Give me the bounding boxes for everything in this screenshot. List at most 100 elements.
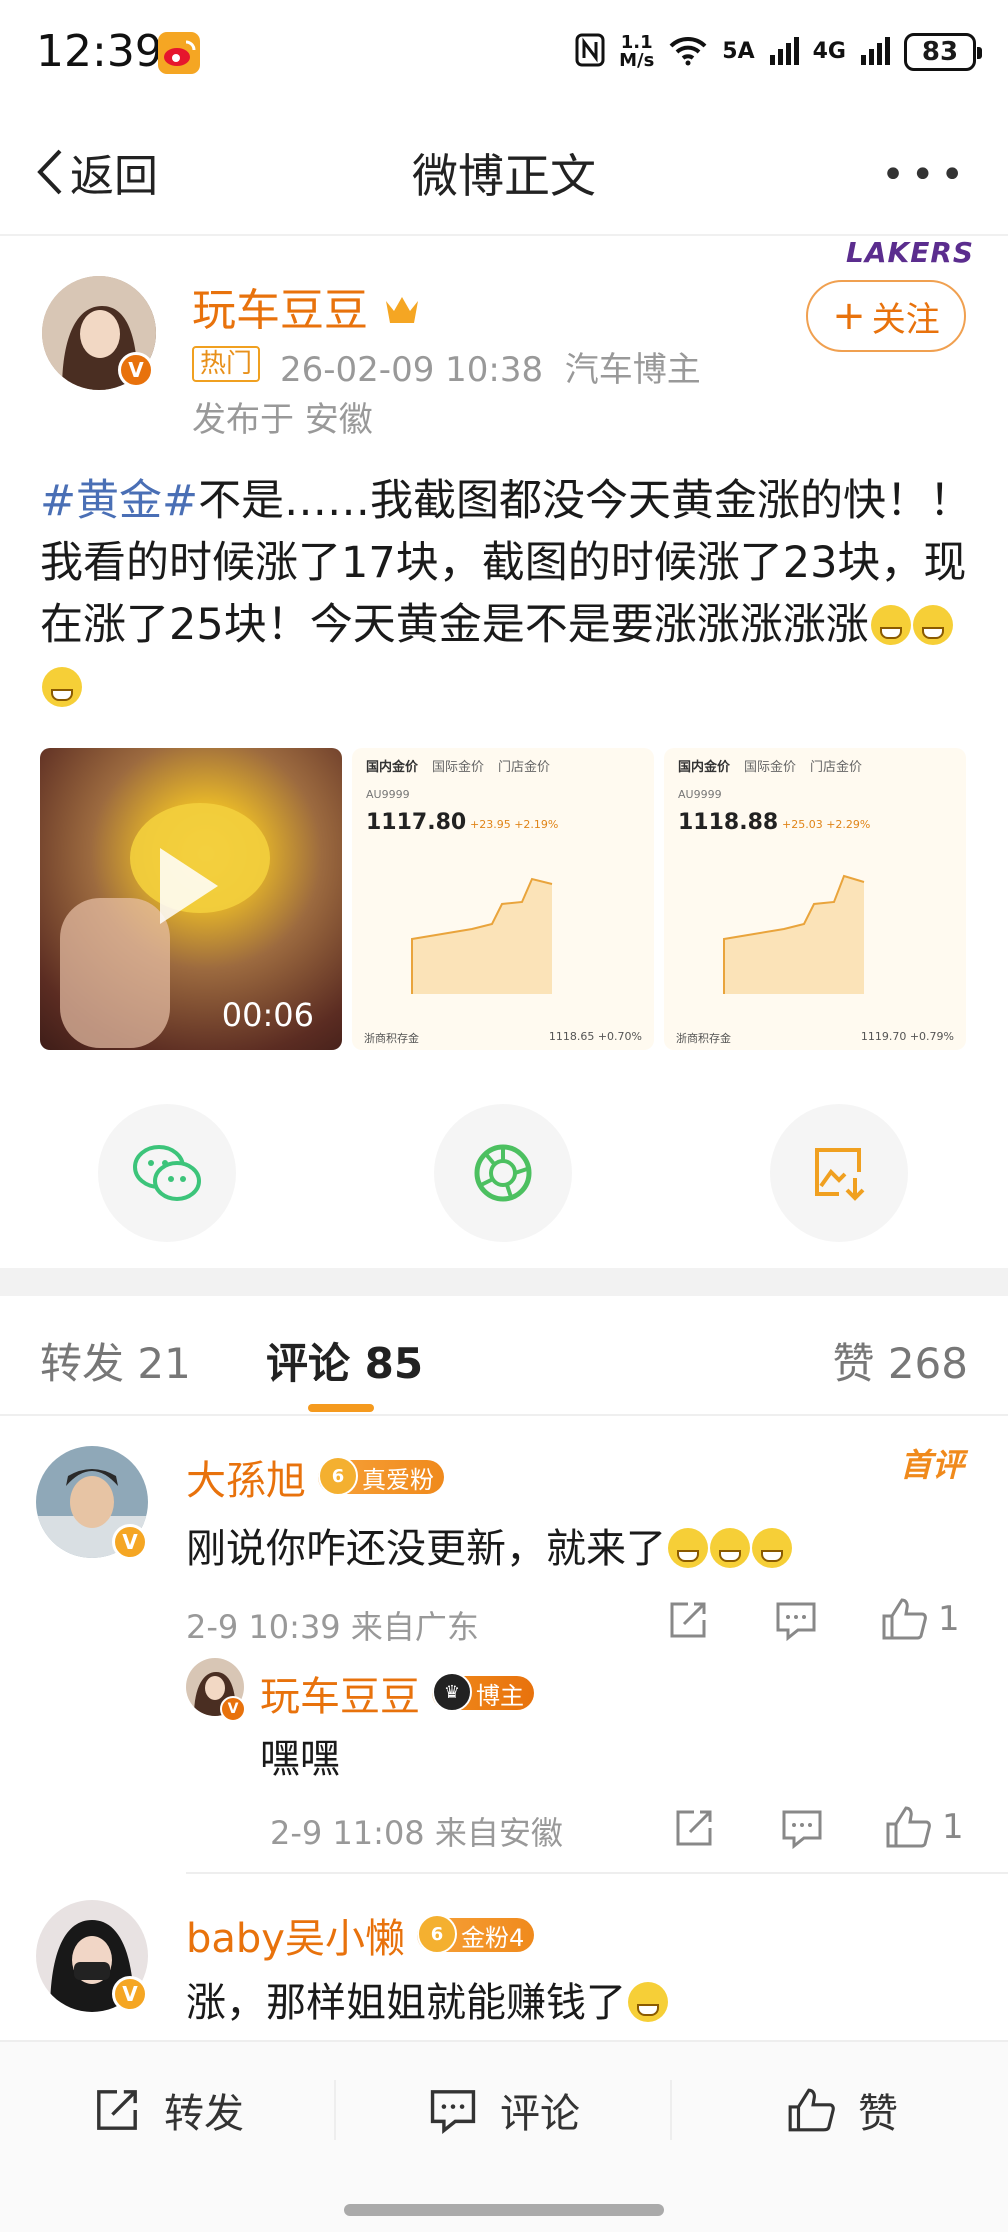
nfc-icon bbox=[575, 33, 605, 71]
tab-repost[interactable]: 转发 21 bbox=[40, 1330, 191, 1391]
post-location: 发布于 安徽 bbox=[192, 400, 373, 440]
post-text: #黄金#不是……我截图都没今天黄金涨的快！！我看的时候涨了17块，截图的时候涨了… bbox=[40, 470, 980, 718]
reply-text: 嘿嘿 bbox=[260, 1736, 340, 1782]
shot-price: 1118.88 bbox=[678, 810, 779, 835]
fan-badge: 6 真爱粉 bbox=[318, 1456, 444, 1496]
comment-reply-button[interactable] bbox=[774, 1598, 818, 1642]
shot-tab: 国际金价 bbox=[432, 760, 485, 775]
shot-footer: 浙商积存金 1119.70 +0.79% bbox=[676, 1030, 954, 1046]
hashtag-link[interactable]: #黄金# bbox=[40, 476, 198, 526]
fan-badge-label: 真爱粉 bbox=[362, 1465, 434, 1494]
gold-price-screenshot-1[interactable]: 国内金价 国际金价 门店金价 AU9999 1117.80 +23.95 +2.19… bbox=[352, 748, 654, 1050]
screen: 12:39 1.1 M/s 5A 4G 83 返回 微博正文 ••• V 玩车豆… bbox=[0, 0, 1008, 2232]
follow-button[interactable]: + 关注 bbox=[806, 280, 966, 352]
verified-badge-icon: V bbox=[118, 352, 154, 388]
like-count: 1 bbox=[938, 1599, 960, 1639]
comment-like-button[interactable]: 1 bbox=[880, 1596, 960, 1642]
status-time: 12:39 bbox=[36, 26, 163, 77]
tab-divider bbox=[0, 1414, 1008, 1416]
shot-footer-left: 浙商积存金 bbox=[676, 1032, 731, 1045]
like-count: 1 bbox=[942, 1807, 964, 1847]
home-indicator[interactable] bbox=[344, 2204, 664, 2216]
battery-indicator: 83 bbox=[904, 33, 982, 71]
signal-5a-label: 5A bbox=[722, 39, 755, 64]
comment-header: baby吴小懒 6 金粉4 bbox=[186, 1906, 535, 1964]
shot-code: AU9999 bbox=[678, 788, 722, 801]
share-moments-button[interactable] bbox=[434, 1104, 572, 1242]
comment-meta: 2-9 10:39 来自广东 bbox=[186, 1608, 479, 1646]
author-name[interactable]: 玩车豆豆 bbox=[192, 274, 422, 338]
bottom-divider-v bbox=[670, 2080, 672, 2140]
comment-text: 刚说你咋还没更新，就来了 bbox=[186, 1516, 792, 1574]
lakers-logo: LAKERS bbox=[846, 236, 975, 269]
play-icon[interactable] bbox=[160, 848, 218, 924]
first-comment-badge: 首评 bbox=[899, 1446, 964, 1484]
thumbs-up-icon bbox=[882, 1598, 927, 1640]
shot-tab: 国际金价 bbox=[744, 760, 797, 775]
post-meta: 26-02-09 10:38 汽车博主 bbox=[280, 350, 701, 390]
save-image-icon bbox=[815, 1148, 865, 1201]
author-badge-label: 博主 bbox=[476, 1681, 524, 1710]
shot-tabs: 国内金价 国际金价 门店金价 bbox=[678, 756, 862, 775]
crown-icon: ♛ bbox=[432, 1672, 472, 1712]
video-thumbnail[interactable]: 00:06 bbox=[40, 748, 342, 1050]
commenter-name[interactable]: baby吴小懒 bbox=[186, 1906, 405, 1964]
gold-price-screenshot-2[interactable]: 国内金价 国际金价 门店金价 AU9999 1118.88 +25.03 +2.29… bbox=[664, 748, 966, 1050]
shot-chart bbox=[411, 877, 553, 994]
comment-share-button[interactable] bbox=[666, 1598, 710, 1642]
shot-chart bbox=[723, 874, 865, 994]
reply-icon bbox=[776, 1602, 816, 1642]
comment-text: 涨，那样姐姐就能赚钱了 bbox=[186, 1970, 668, 2028]
shot-tab: 国内金价 bbox=[678, 760, 731, 775]
bottom-repost-button[interactable]: 转发 bbox=[92, 2060, 244, 2160]
tab-like[interactable]: 赞 268 bbox=[832, 1330, 968, 1391]
tab-indicator bbox=[308, 1404, 374, 1412]
reply-header: 玩车豆豆 ♛ 博主 bbox=[260, 1664, 534, 1722]
bottom-like-button[interactable]: 赞 bbox=[786, 2060, 898, 2160]
bottom-like-label: 赞 bbox=[858, 2091, 898, 2137]
grin-emoji-icon bbox=[870, 605, 911, 645]
commenter-name[interactable]: 大孫旭 bbox=[186, 1448, 306, 1506]
comment-header: 大孫旭 6 真爱粉 bbox=[186, 1448, 444, 1506]
doge-emoji-icon bbox=[668, 1528, 708, 1568]
comment-divider bbox=[186, 1872, 1008, 1874]
wifi-icon bbox=[668, 34, 708, 70]
verified-badge-icon: V bbox=[112, 1976, 148, 2012]
shot-code: AU9999 bbox=[366, 788, 410, 801]
fan-badge-label: 金粉4 bbox=[460, 1923, 525, 1952]
signal-icon bbox=[769, 35, 799, 69]
shot-footer: 浙商积存金 1118.65 +0.70% bbox=[364, 1030, 642, 1046]
reply-like-button[interactable]: 1 bbox=[884, 1804, 964, 1850]
thumbs-up-icon bbox=[788, 2088, 835, 2132]
fan-badge: 6 金粉4 bbox=[416, 1914, 535, 1954]
reply-share-button[interactable] bbox=[672, 1806, 716, 1850]
page-title: 微博正文 bbox=[412, 149, 596, 203]
doge-emoji-icon bbox=[752, 1528, 792, 1568]
share-wechat-button[interactable] bbox=[98, 1104, 236, 1242]
author-badge: ♛ 博主 bbox=[432, 1672, 534, 1712]
section-separator bbox=[0, 1268, 1008, 1296]
save-image-button[interactable] bbox=[770, 1104, 908, 1242]
tab-comment[interactable]: 评论 85 bbox=[266, 1330, 423, 1391]
shot-tab: 门店金价 bbox=[498, 760, 551, 775]
plus-icon: + bbox=[832, 293, 866, 339]
share-icon bbox=[670, 1602, 706, 1638]
shot-footer-left: 浙商积存金 bbox=[364, 1032, 419, 1045]
reply-author-name[interactable]: 玩车豆豆 bbox=[260, 1664, 420, 1722]
status-icons: 1.1 M/s 5A 4G 83 bbox=[575, 30, 982, 74]
more-icon[interactable]: ••• bbox=[881, 152, 970, 198]
shot-price: 1117.80 bbox=[366, 810, 467, 835]
wechat-icon bbox=[133, 1145, 201, 1201]
reply-reply-button[interactable] bbox=[780, 1806, 824, 1850]
shot-change: +23.95 +2.19% bbox=[470, 818, 559, 831]
bottom-comment-button[interactable]: 评论 bbox=[428, 2060, 580, 2160]
bottom-divider bbox=[0, 2040, 1008, 2042]
bottom-divider-v bbox=[334, 2080, 336, 2140]
signal-icon-2 bbox=[860, 35, 890, 69]
grin-emoji-icon bbox=[42, 667, 82, 707]
member-crown-icon bbox=[386, 297, 418, 323]
comment-text-body: 刚说你咋还没更新，就来了 bbox=[186, 1526, 666, 1572]
net-speed: 1.1 M/s bbox=[619, 32, 655, 71]
video-duration: 00:06 bbox=[221, 996, 314, 1034]
verified-badge-icon: V bbox=[220, 1696, 246, 1722]
